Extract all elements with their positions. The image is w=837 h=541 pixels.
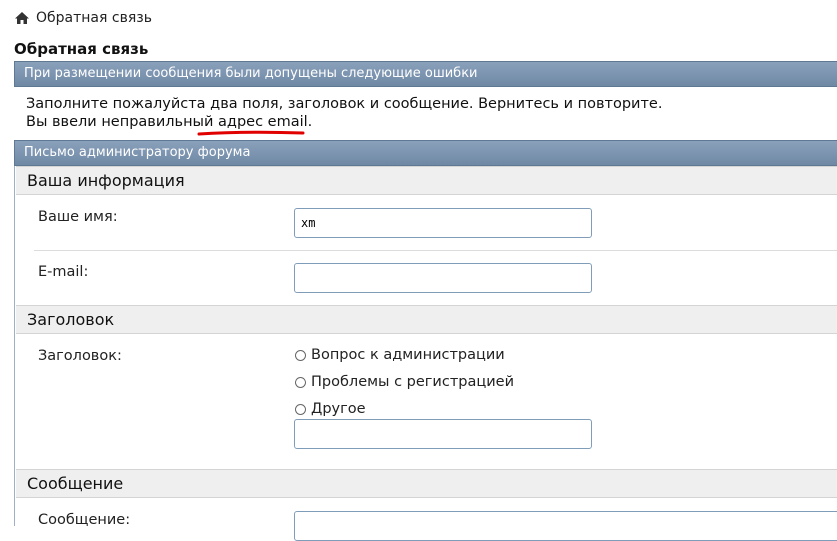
breadcrumb-link[interactable]: Обратная связь: [36, 10, 152, 26]
name-input[interactable]: xm: [294, 208, 592, 238]
error-panel-header: При размещении сообщения были допущены с…: [14, 61, 837, 87]
radio-label: Проблемы с регистрацией: [311, 374, 514, 390]
section-your-info: Ваша информация: [16, 166, 837, 195]
home-icon[interactable]: [14, 10, 30, 26]
email-input[interactable]: [294, 263, 592, 293]
radio-option-registration[interactable]: Проблемы с регистрацией: [295, 374, 514, 390]
other-subject-input[interactable]: [294, 419, 592, 449]
red-underline-annotation: [197, 130, 305, 136]
breadcrumb: Обратная связь: [14, 9, 152, 27]
page-title: Обратная связь: [14, 40, 149, 58]
subject-label: Заголовок:: [38, 348, 122, 364]
radio-option-admin[interactable]: Вопрос к администрации: [295, 347, 505, 363]
divider: [34, 250, 837, 251]
radio-option-other[interactable]: Другое: [295, 401, 366, 417]
radio-label: Вопрос к администрации: [311, 347, 505, 363]
radio-icon[interactable]: [295, 376, 306, 388]
radio-icon[interactable]: [295, 403, 306, 415]
name-label: Ваше имя:: [38, 209, 118, 225]
message-textarea[interactable]: [294, 511, 837, 541]
section-subject: Заголовок: [16, 305, 837, 334]
radio-icon[interactable]: [295, 349, 306, 361]
section-message: Сообщение: [16, 469, 837, 498]
form-panel: Ваша информация Ваше имя: xm E-mail: Заг…: [14, 166, 837, 541]
form-panel-header: Письмо администратору форума: [14, 140, 837, 166]
error-line: Вы ввели неправильный адрес email.: [26, 114, 313, 130]
radio-label: Другое: [311, 401, 366, 417]
error-list: Заполните пожалуйста два поля, заголовок…: [26, 95, 662, 131]
email-label: E-mail:: [38, 264, 89, 280]
message-label: Сообщение:: [38, 512, 131, 528]
error-line: Заполните пожалуйста два поля, заголовок…: [26, 96, 663, 112]
